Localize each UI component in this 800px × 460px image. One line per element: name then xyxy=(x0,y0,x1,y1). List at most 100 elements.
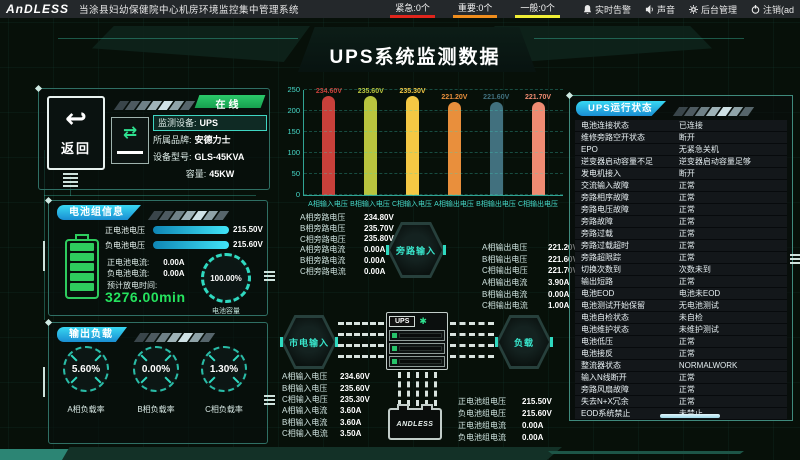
status-value: 无紧急关机 xyxy=(679,144,719,155)
device-row-monitored: 监测设备:UPS xyxy=(153,115,267,131)
row-value: 215.50V xyxy=(522,397,552,406)
back-button-label: 返回 xyxy=(49,138,103,157)
row-value: 45KW xyxy=(209,169,234,179)
list-item: A相旁路电流 0.00A xyxy=(300,244,394,255)
row-label: 监测设备: xyxy=(158,118,197,128)
status-value: 正常 xyxy=(679,396,695,407)
fan-icon: ✱ xyxy=(419,316,427,327)
chart-bars: 234.60V235.60V235.30V221.20V221.60V221.7… xyxy=(304,90,563,195)
row-label: B相输入电压 xyxy=(282,383,340,394)
battery-capacity-ring-gauge: 100.00% xyxy=(201,253,251,303)
voltage-bar-chart: 234.60V235.60V235.30V221.20V221.60V221.7… xyxy=(283,86,565,212)
ups-rack: UPS ✱ xyxy=(386,312,448,370)
status-row: 失去N+X冗余 正常 xyxy=(575,396,787,408)
gauge-label-b: B相负载率 xyxy=(126,404,186,415)
corner-node xyxy=(45,197,52,204)
gauge-label-c: C相负载率 xyxy=(194,404,254,415)
status-row: EPO 无紧急关机 xyxy=(575,144,787,156)
alarm-badge-urgent[interactable]: 紧急: 0个 xyxy=(390,0,435,18)
chart-x-axis-labels: A相输入电压B相输入电压C相输入电压A相输出电压B相输出电压C相输出电压 xyxy=(303,199,563,212)
battery-panel-title: 电池组信息 xyxy=(57,205,141,220)
status-label: 切换次数到 xyxy=(575,264,679,275)
load-gauge-phase-a: 5.60% xyxy=(63,346,109,392)
status-label: 电池接反 xyxy=(575,348,679,359)
status-label: 旁路故障 xyxy=(575,216,679,227)
admin-console-button[interactable]: 后台管理 xyxy=(689,3,737,16)
row-label: 负电池电流: xyxy=(107,269,149,278)
mains-input-values-list: A相输入电压 234.60V B相输入电压 235.60V C相输入电压 235… xyxy=(282,371,370,439)
row-value: 安德力士 xyxy=(195,135,231,145)
status-value: 正常 xyxy=(679,204,695,215)
status-row: 电池维护状态 未维护测试 xyxy=(575,324,787,336)
battery-info-panel: 电池组信息 正电池电压 215.50V 负电池电压 215.60V 正电池电流:… xyxy=(48,200,268,316)
row-label: C相输出电流 xyxy=(482,300,548,311)
decor-stripes xyxy=(137,329,214,347)
speaker-icon xyxy=(645,5,654,14)
status-value: 正常 xyxy=(679,372,695,383)
voltage-bar xyxy=(153,241,229,249)
status-label: 整流器状态 xyxy=(575,360,679,371)
bypass-values-list: A相旁路电压 234.80V B相旁路电压 235.70V C相旁路电压 235… xyxy=(300,212,394,277)
chart-x-label: C相输入电压 xyxy=(391,199,433,212)
chart-gridline xyxy=(304,89,563,90)
panel-bracket xyxy=(43,241,45,271)
alarm-badge-important[interactable]: 重要: 0个 xyxy=(453,0,498,18)
voltage-bar xyxy=(153,226,229,234)
device-detail-rows: 监测设备:UPS 所属品牌:安德力士 设备型号:GLS-45KVA 容量:45K… xyxy=(153,115,267,184)
row-label: A相输出电压 xyxy=(482,242,548,253)
alarm-badge-general[interactable]: 一般: 0个 xyxy=(515,0,560,18)
corner-node xyxy=(566,92,573,99)
status-label: 旁路过载 xyxy=(575,228,679,239)
row-label: A相输入电压 xyxy=(282,371,340,382)
header-decor-line-left xyxy=(58,38,298,39)
ups-rack-label: UPS xyxy=(389,316,415,327)
status-row: 旁路电压故障 正常 xyxy=(575,204,787,216)
row-label: C相输出电压 xyxy=(482,265,548,276)
row-label: 容量: xyxy=(186,169,207,179)
gauge-value: 0.00% xyxy=(142,364,170,375)
row-label: C相输入电流 xyxy=(282,428,340,439)
sound-button[interactable]: 声音 xyxy=(645,3,675,16)
status-row: 电池连接状态 已连接 xyxy=(575,120,787,132)
header-decor-line-right xyxy=(534,38,744,39)
chart-gridline xyxy=(304,110,563,111)
back-button[interactable]: ↩ 返回 xyxy=(47,96,105,170)
battery-icon xyxy=(65,234,99,299)
node-label: 市电输入 xyxy=(281,315,337,369)
corner-node xyxy=(45,319,52,326)
status-row: 电池测试开始保留 无电池测试 xyxy=(575,300,787,312)
row-label: 正电池电流: xyxy=(107,258,149,267)
status-row: 输入N线断开 正常 xyxy=(575,372,787,384)
row-label: 正电池电压 xyxy=(105,225,145,236)
transfer-arrows-icon: ⇄ xyxy=(123,123,137,142)
status-rows: 电池连接状态 已连接 维修旁路空开状态 断开 EPO 无紧急关机 逆变器启动容量… xyxy=(575,120,787,412)
horizontal-scrollbar-thumb[interactable] xyxy=(660,414,720,418)
status-label: 输出短路 xyxy=(575,276,679,287)
status-label: 电池自检状态 xyxy=(575,312,679,323)
flow-lines-mains-to-ups xyxy=(338,322,384,366)
row-label: 负电池组电流 xyxy=(458,432,522,443)
chart-bar: 234.60V xyxy=(322,96,335,195)
device-row-brand: 所属品牌:安德力士 xyxy=(153,133,267,150)
alarm-label: 重要: xyxy=(458,1,479,14)
row-value: 0.00A xyxy=(163,269,184,278)
status-row: 旁路过载 正常 xyxy=(575,228,787,240)
list-item: A相旁路电压 234.80V xyxy=(300,212,394,223)
gauge-value: 5.60% xyxy=(72,364,100,375)
row-label: A相旁路电压 xyxy=(300,212,364,223)
system-title: 当涂县妇幼保健院中心机房环境监控集中管理系统 xyxy=(79,2,299,16)
row-label: C相输入电压 xyxy=(282,394,340,405)
status-value: 未自检 xyxy=(679,312,703,323)
load-gauge-phase-c: 1.30% xyxy=(201,346,247,392)
logout-button[interactable]: 注销(ad xyxy=(751,3,794,16)
realtime-alarm-button[interactable]: 实时告警 xyxy=(583,3,631,16)
status-row: 旁路故障 正常 xyxy=(575,216,787,228)
list-item: A相输出电流 3.90A xyxy=(482,277,578,289)
bottom-decor-line xyxy=(548,451,744,454)
battery-group-values-list: 正电池组电压 215.50V 负电池组电压 215.60V 正电池组电流 0.0… xyxy=(458,395,552,443)
load-panel-title: 输出负载 xyxy=(57,327,127,342)
battery-voltage-row-positive: 正电池电压 215.50V xyxy=(105,225,265,235)
list-item: C相旁路电压 235.80V xyxy=(300,234,394,245)
logout-icon xyxy=(751,5,760,14)
status-label: 电池连接状态 xyxy=(575,120,679,131)
